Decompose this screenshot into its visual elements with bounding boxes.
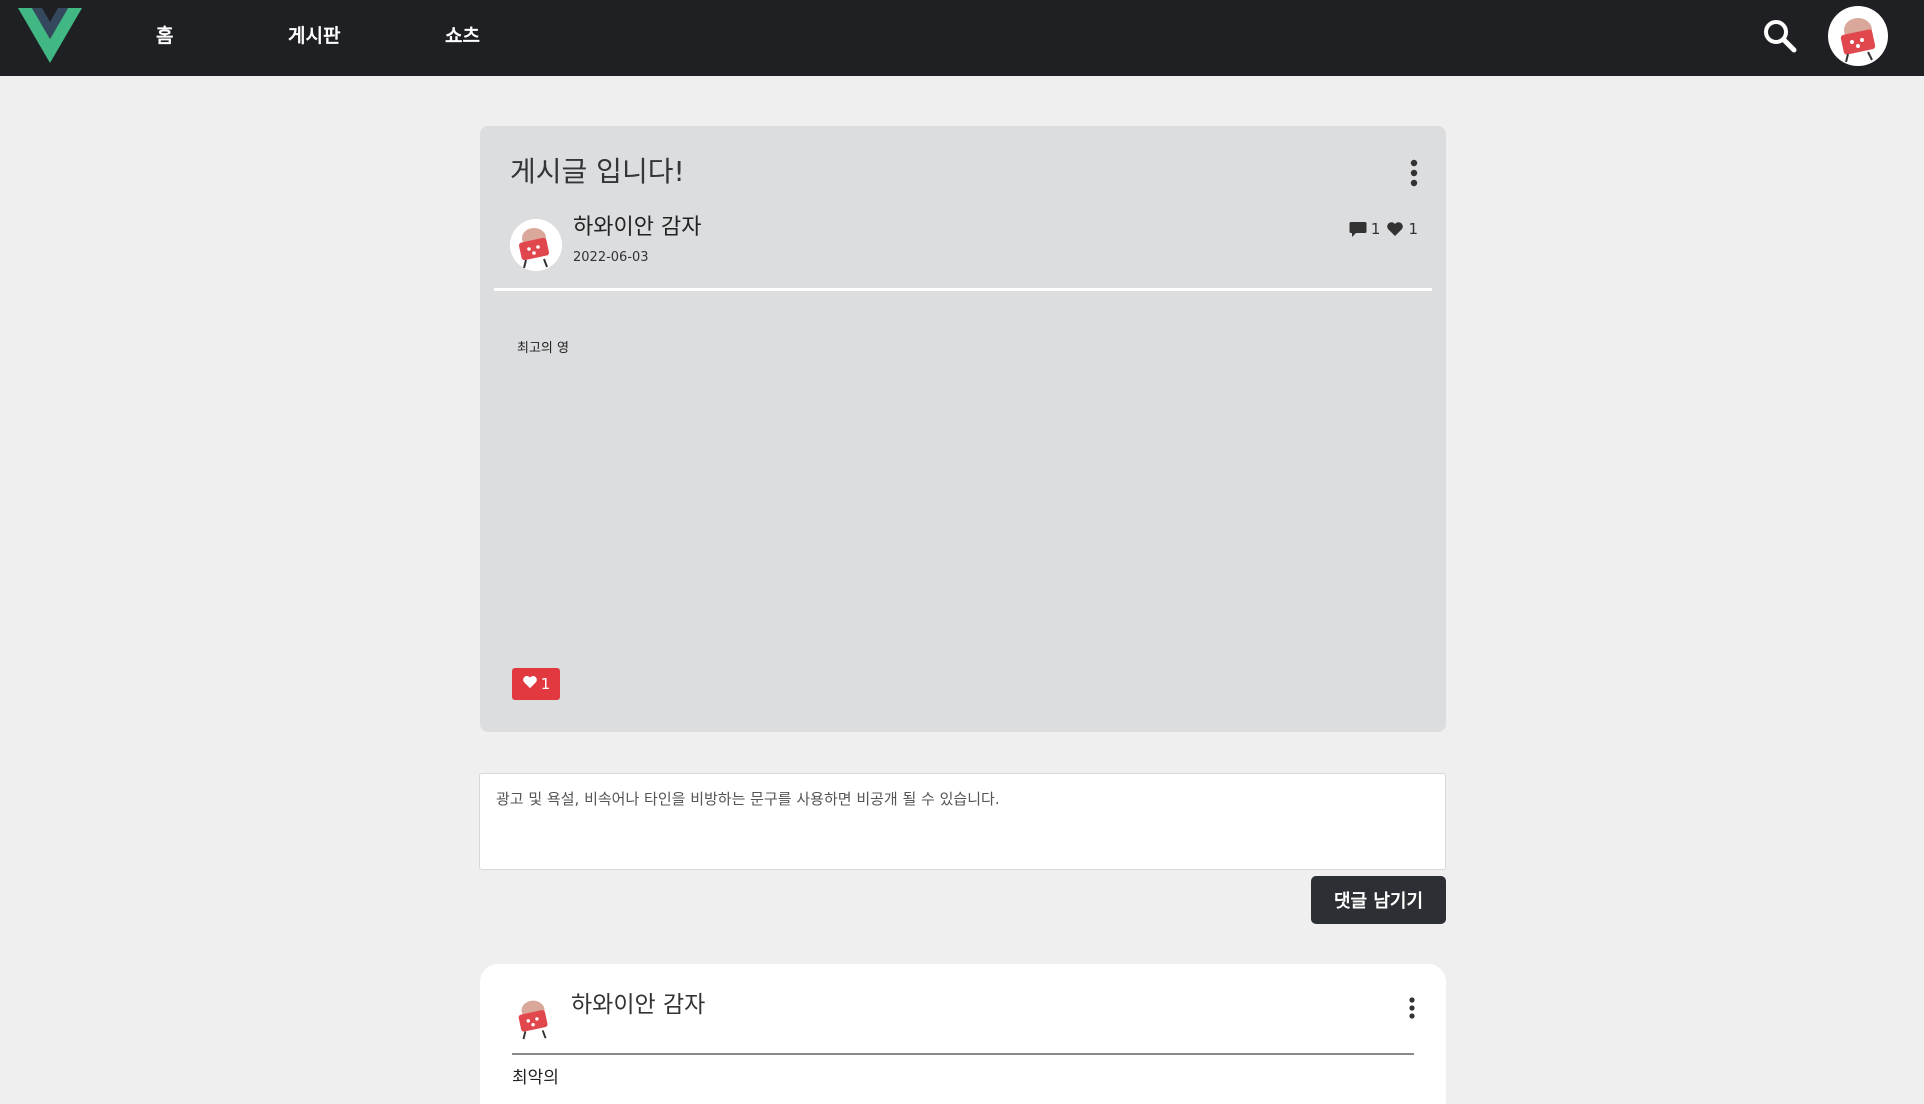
search-icon[interactable] [1762, 18, 1798, 54]
post-card: 게시글 입니다! 하와이안 감자 2022-06-03 1 1 최고의 영 1 [480, 126, 1446, 732]
like-button[interactable]: 1 [512, 668, 560, 700]
comment-divider [512, 1053, 1414, 1055]
post-body: 최고의 영 [517, 341, 569, 356]
comment-author-name[interactable]: 하와이안 감자 [571, 990, 705, 1020]
post-stats: 1 1 [1349, 220, 1418, 238]
comment-author-avatar[interactable] [510, 992, 560, 1042]
heart-icon [1386, 221, 1404, 237]
nav-home-link[interactable]: 홈 [156, 22, 173, 50]
more-vertical-icon[interactable] [1402, 996, 1422, 1022]
post-divider [494, 288, 1432, 291]
comment-icon [1349, 221, 1367, 238]
vue-logo-icon[interactable] [18, 8, 82, 63]
like-count: 1 [1408, 220, 1418, 238]
post-date: 2022-06-03 [573, 250, 649, 265]
more-vertical-icon[interactable] [1404, 158, 1424, 190]
comment-count: 1 [1370, 220, 1381, 238]
top-navbar: 홈 게시판 쇼츠 [0, 0, 1924, 76]
comment-text: 최악의 [512, 1068, 559, 1088]
user-avatar[interactable] [1828, 6, 1888, 66]
post-title: 게시글 입니다! [510, 155, 685, 188]
comment-submit-button[interactable]: 댓글 남기기 [1311, 876, 1446, 924]
like-button-count: 1 [540, 675, 551, 693]
nav-shorts-link[interactable]: 쇼츠 [445, 22, 480, 50]
comment-card: 하와이안 감자 최악의 [480, 964, 1446, 1104]
nav-board-link[interactable]: 게시판 [288, 22, 340, 50]
post-author-name[interactable]: 하와이안 감자 [573, 214, 701, 242]
comment-input[interactable] [479, 773, 1446, 870]
author-avatar[interactable] [510, 219, 562, 271]
heart-icon [522, 675, 538, 693]
